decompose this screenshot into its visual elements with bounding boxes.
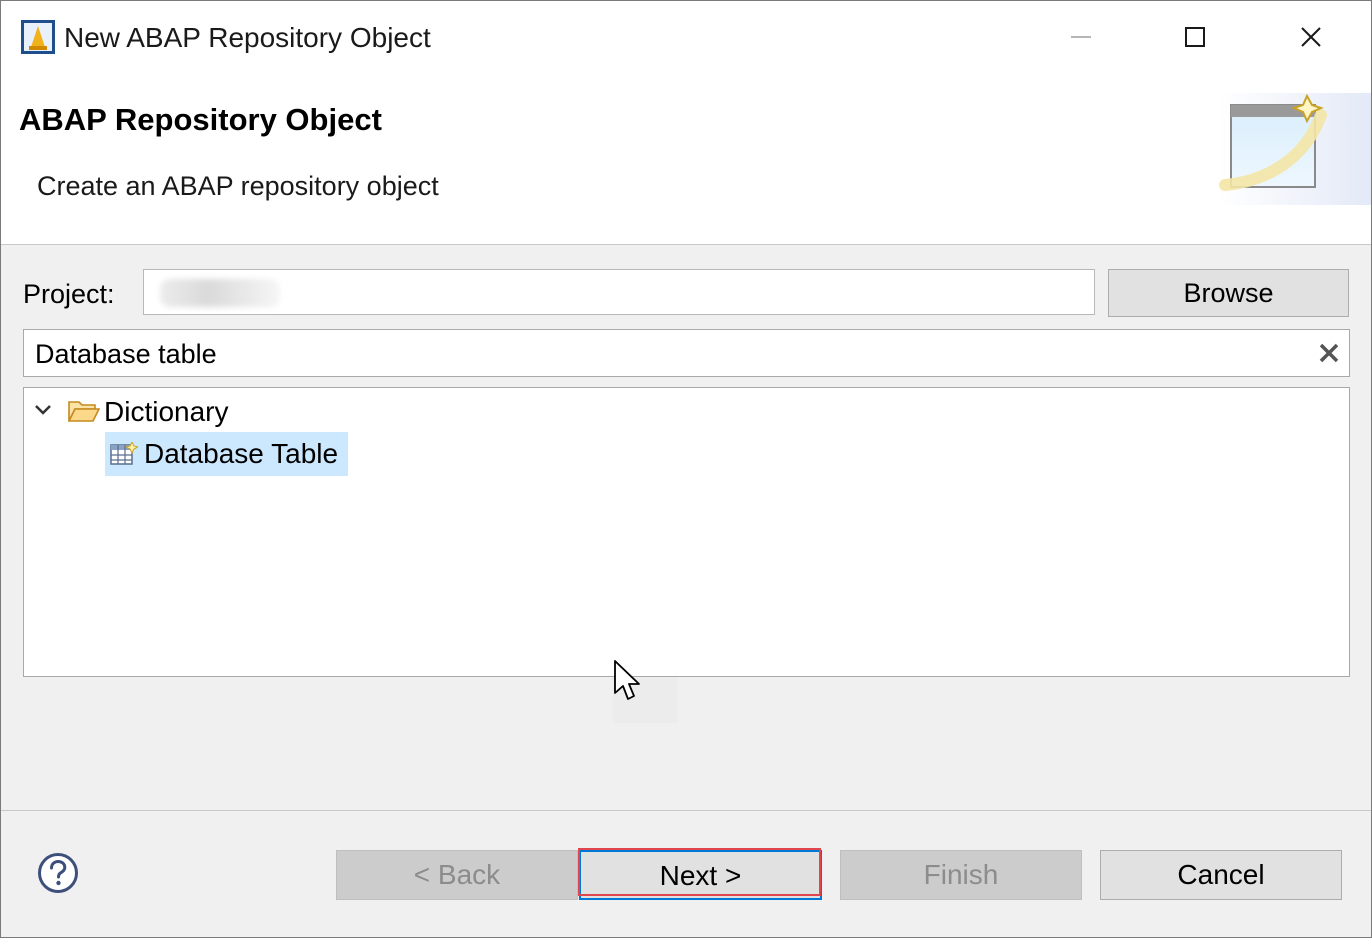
maximize-button[interactable] <box>1165 13 1225 63</box>
next-button[interactable]: Next > <box>579 850 822 900</box>
page-title: ABAP Repository Object <box>19 102 382 137</box>
database-table-icon <box>110 442 138 465</box>
maximize-icon <box>1185 27 1205 47</box>
app-icon <box>21 20 55 54</box>
help-icon[interactable] <box>37 852 79 894</box>
page-description: Create an ABAP repository object <box>37 171 439 201</box>
mouse-cursor-icon <box>614 660 640 700</box>
close-button[interactable] <box>1282 13 1342 63</box>
project-input[interactable] <box>143 269 1095 315</box>
minimize-button[interactable] <box>1051 13 1111 63</box>
new-wizard-graphic-icon <box>1219 93 1371 205</box>
window-title: New ABAP Repository Object <box>64 22 431 53</box>
finish-button[interactable]: Finish <box>840 850 1082 900</box>
back-button[interactable]: < Back <box>336 850 578 900</box>
footer-divider <box>1 810 1371 811</box>
browse-button[interactable]: Browse <box>1108 269 1349 317</box>
title-bar[interactable]: New ABAP Repository Object <box>1 1 1371 75</box>
clear-x-icon[interactable] <box>1318 342 1340 364</box>
cancel-button[interactable]: Cancel <box>1100 850 1342 900</box>
minimize-icon <box>1071 36 1091 38</box>
filter-value: Database table <box>35 339 217 369</box>
wizard-header: ABAP Repository Object Create an ABAP re… <box>1 75 1371 245</box>
tree-item-label: Database Table <box>144 438 339 469</box>
tree-node-dictionary[interactable]: Dictionary <box>104 394 228 430</box>
filter-input[interactable]: Database table <box>23 329 1350 377</box>
object-type-tree[interactable]: Dictionary Database Table <box>23 387 1350 677</box>
chevron-down-icon[interactable] <box>33 403 53 417</box>
open-folder-icon <box>68 401 100 422</box>
close-icon <box>1301 27 1321 47</box>
dialog-window: New ABAP Repository Object ABAP Reposito… <box>0 0 1372 938</box>
redacted-value <box>160 279 280 307</box>
tree-item-database-table[interactable]: Database Table <box>105 432 348 476</box>
project-label: Project: <box>23 279 115 309</box>
